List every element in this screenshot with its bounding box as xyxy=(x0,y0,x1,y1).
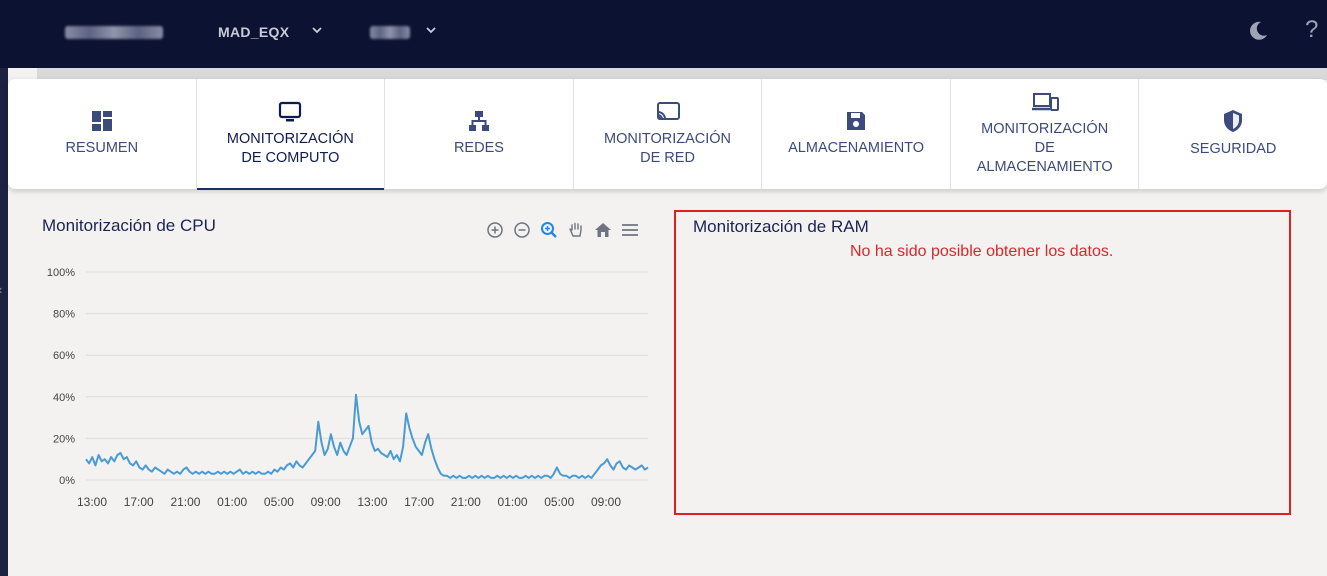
y-tick-label: 80% xyxy=(53,309,75,321)
tab-seguridad[interactable]: SEGURIDAD xyxy=(1139,79,1327,189)
floppy-icon xyxy=(847,112,866,130)
cpu-chart[interactable]: 0% 20% 40% 60% 80% 100% 13:00 17:00 21:00 01:00 05… xyxy=(0,0,660,576)
x-tick-label: 21:00 xyxy=(451,495,481,509)
y-tick-label: 100% xyxy=(47,267,75,279)
x-tick-label: 01:00 xyxy=(498,495,528,509)
tab-label: MONITORIZACIÓN DE ALMACENAMIENTO xyxy=(976,121,1113,175)
devices-icon xyxy=(1031,93,1059,111)
tab-label: SEGURIDAD xyxy=(1190,141,1277,157)
x-tick-label: 21:00 xyxy=(170,495,200,509)
ram-panel-title: Monitorización de RAM xyxy=(693,217,869,236)
x-tick-label: 13:00 xyxy=(77,495,107,509)
y-tick-label: 60% xyxy=(53,350,75,362)
x-tick-label: 05:00 xyxy=(544,495,574,509)
y-tick-label: 0% xyxy=(59,475,75,487)
x-tick-label: 17:00 xyxy=(404,495,434,509)
tab-label: ALMACENAMIENTO xyxy=(788,140,925,156)
y-tick-label: 20% xyxy=(53,433,75,445)
x-tick-label: 13:00 xyxy=(357,495,387,509)
moon-icon[interactable] xyxy=(1247,20,1269,48)
x-tick-label: 17:00 xyxy=(124,495,154,509)
cpu-series-line xyxy=(85,393,649,479)
x-tick-label: 05:00 xyxy=(264,495,294,509)
x-tick-label: 01:00 xyxy=(217,495,247,509)
shield-icon xyxy=(1224,110,1243,132)
y-tick-label: 40% xyxy=(53,392,75,404)
help-icon[interactable]: ? xyxy=(1305,16,1318,44)
x-tick-label: 09:00 xyxy=(311,495,341,509)
x-tick-label: 09:00 xyxy=(591,495,621,509)
tab-monitorizacion-almacenamiento[interactable]: MONITORIZACIÓN DE ALMACENAMIENTO xyxy=(951,79,1140,189)
ram-error-message: No ha sido posible obtener los datos. xyxy=(850,243,1114,260)
tab-almacenamiento[interactable]: ALMACENAMIENTO xyxy=(762,79,951,189)
